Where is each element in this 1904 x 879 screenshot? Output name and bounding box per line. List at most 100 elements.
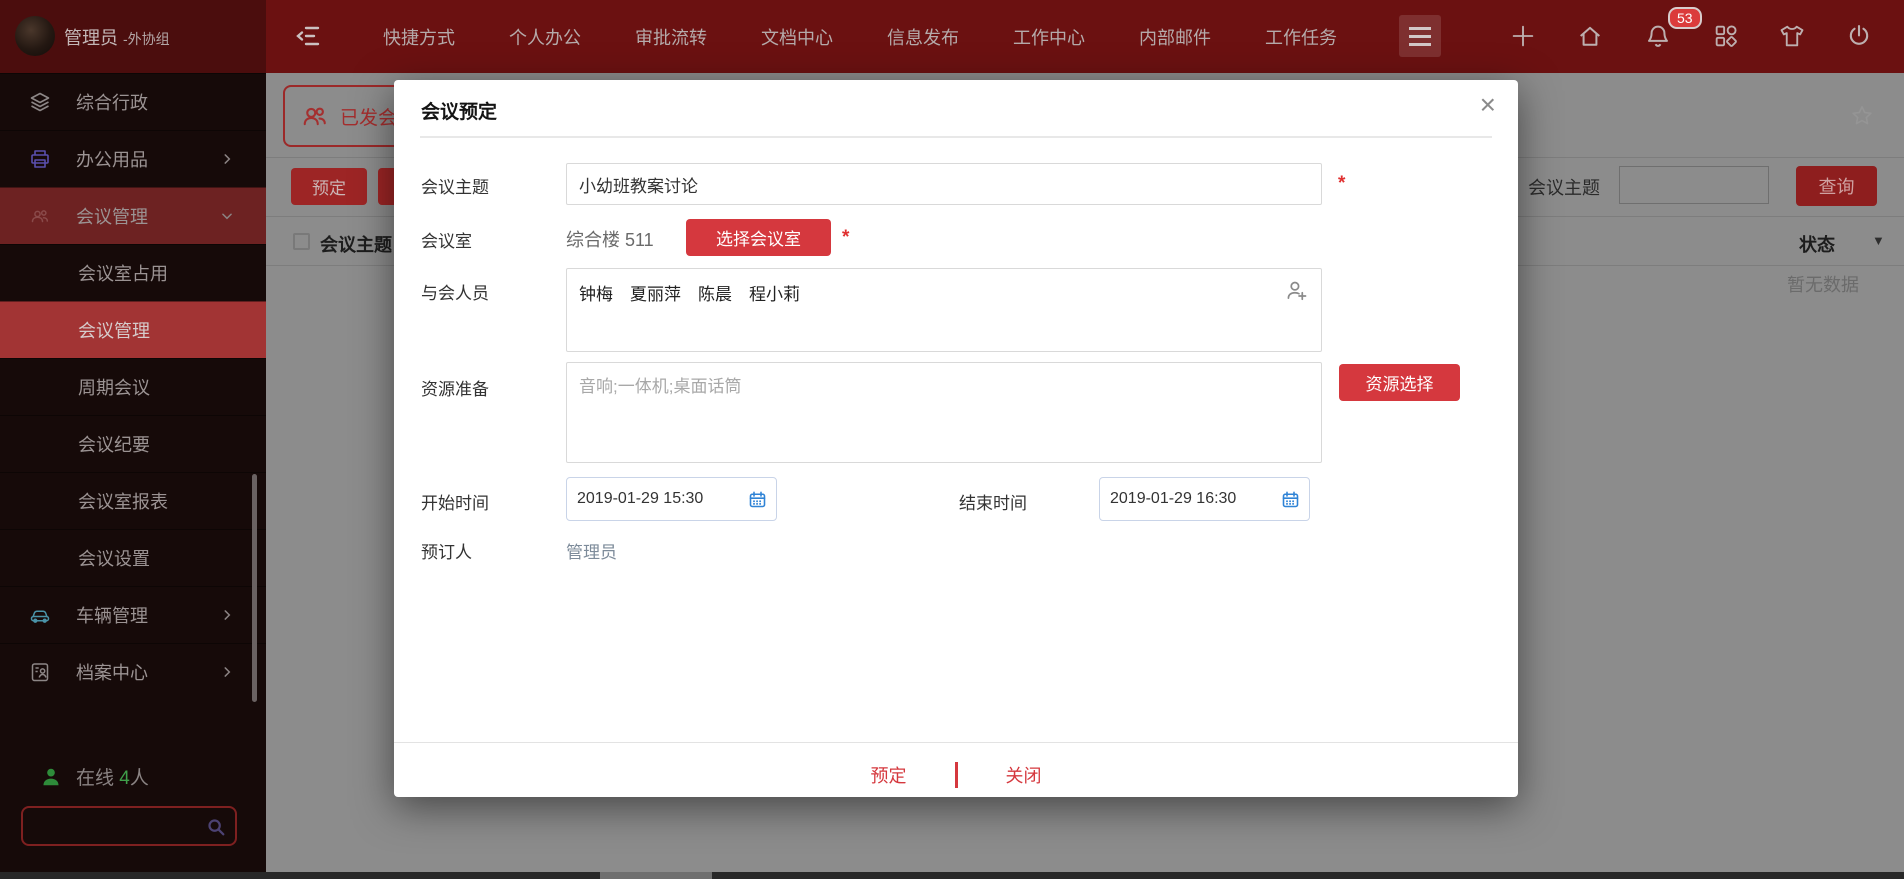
search-icon[interactable] bbox=[205, 816, 227, 838]
resource-label: 资源准备 bbox=[421, 375, 489, 400]
sidebar-item-meeting-mgmt[interactable]: 会议管理 bbox=[0, 187, 266, 244]
booker-link[interactable]: 管理员 bbox=[566, 538, 617, 563]
shirt-icon[interactable] bbox=[1778, 22, 1806, 50]
sidebar-item-vehicle-mgmt[interactable]: 车辆管理 bbox=[0, 586, 266, 643]
top-bar: 管理员 -外协组 快捷方式 个人办公 审批流转 文档中心 信息发布 工作中心 内… bbox=[0, 0, 1904, 73]
select-room-button[interactable]: 选择会议室 bbox=[686, 219, 831, 256]
sidebar-item-admin[interactable]: 综合行政 bbox=[0, 73, 266, 130]
end-time-label: 结束时间 bbox=[959, 489, 1027, 514]
nav-personal[interactable]: 个人办公 bbox=[509, 24, 581, 50]
end-time-field bbox=[1099, 477, 1310, 521]
required-asterisk: * bbox=[1338, 173, 1345, 195]
printer-icon bbox=[28, 147, 52, 171]
person-icon bbox=[40, 766, 62, 788]
start-time-label: 开始时间 bbox=[421, 489, 489, 514]
select-all-checkbox[interactable] bbox=[293, 233, 310, 250]
query-button[interactable]: 查询 bbox=[1796, 166, 1877, 206]
sidebar-item-supplies[interactable]: 办公用品 bbox=[0, 130, 266, 187]
sidebar-item-archive-center[interactable]: 档案中心 bbox=[0, 643, 266, 700]
calendar-icon[interactable] bbox=[747, 489, 768, 510]
home-icon[interactable] bbox=[1576, 22, 1604, 50]
avatar[interactable] bbox=[15, 16, 55, 56]
nav-workcenter[interactable]: 工作中心 bbox=[1013, 24, 1085, 50]
footer-separator bbox=[955, 762, 958, 788]
close-icon[interactable]: × bbox=[1480, 88, 1496, 122]
notification-badge[interactable]: 53 bbox=[1668, 7, 1702, 29]
sidebar: 综合行政 办公用品 会议管理 会议室占用 会议管理 周期会议 会议纪要 会议室报… bbox=[0, 73, 266, 879]
bell-icon[interactable] bbox=[1644, 22, 1672, 50]
chevron-right-icon bbox=[220, 665, 234, 679]
chevron-right-icon bbox=[220, 608, 234, 622]
nav-shortcuts[interactable]: 快捷方式 bbox=[383, 24, 455, 50]
online-count: 4 bbox=[119, 768, 130, 789]
bottom-bar bbox=[0, 872, 1904, 879]
nav-documents[interactable]: 文档中心 bbox=[761, 24, 833, 50]
sidebar-item-periodic-meeting[interactable]: 周期会议 bbox=[0, 358, 266, 415]
topbar-user-area: 管理员 -外协组 bbox=[0, 0, 266, 73]
sidebar-item-meeting-mgmt-sub[interactable]: 会议管理 bbox=[0, 301, 266, 358]
subject-input[interactable] bbox=[566, 163, 1322, 205]
attendee: 程小莉 bbox=[749, 280, 800, 305]
attendee: 陈晨 bbox=[698, 280, 732, 305]
bg-search-label: 会议主题 bbox=[1528, 174, 1600, 200]
idcard-icon bbox=[28, 660, 52, 684]
power-icon[interactable] bbox=[1845, 22, 1873, 50]
collapse-menu-icon[interactable] bbox=[294, 23, 322, 49]
user-name: 管理员 -外协组 bbox=[64, 24, 170, 50]
reserve-button-bg[interactable]: 预定 bbox=[291, 168, 367, 205]
nav-approval[interactable]: 审批流转 bbox=[635, 24, 707, 50]
close-button[interactable]: 关闭 bbox=[1006, 762, 1042, 788]
sidebar-item-room-report[interactable]: 会议室报表 bbox=[0, 472, 266, 529]
sidebar-scrollbar[interactable] bbox=[252, 474, 257, 702]
nav-tasks[interactable]: 工作任务 bbox=[1265, 24, 1337, 50]
apps-grid-icon[interactable] bbox=[1712, 22, 1740, 50]
start-time-field bbox=[566, 477, 777, 521]
select-resource-button[interactable]: 资源选择 bbox=[1339, 364, 1460, 401]
modal-footer-divider bbox=[394, 742, 1518, 743]
end-time-input[interactable] bbox=[1110, 478, 1270, 520]
nav-infopublish[interactable]: 信息发布 bbox=[887, 24, 959, 50]
plus-icon[interactable] bbox=[1509, 22, 1537, 50]
room-label: 会议室 bbox=[421, 227, 472, 252]
chevron-right-icon bbox=[220, 152, 234, 166]
car-icon bbox=[28, 603, 52, 627]
group-icon bbox=[28, 204, 52, 228]
favorite-star-icon[interactable] bbox=[1849, 103, 1875, 129]
layers-icon bbox=[28, 90, 52, 114]
resource-textarea[interactable] bbox=[566, 362, 1322, 463]
modal-footer: 预定 关闭 bbox=[394, 755, 1518, 795]
sidebar-item-meeting-settings[interactable]: 会议设置 bbox=[0, 529, 266, 586]
two-person-icon bbox=[299, 101, 331, 131]
bottom-bar-segment bbox=[600, 872, 712, 879]
attendees-box[interactable]: 钟梅 夏丽萍 陈晨 程小莉 bbox=[566, 268, 1322, 352]
online-label: 在线 bbox=[76, 768, 114, 789]
booker-label: 预订人 bbox=[421, 538, 472, 563]
sidebar-item-room-occupancy[interactable]: 会议室占用 bbox=[0, 244, 266, 301]
top-nav: 快捷方式 个人办公 审批流转 文档中心 信息发布 工作中心 内部邮件 工作任务 bbox=[383, 0, 1337, 73]
nav-mail[interactable]: 内部邮件 bbox=[1139, 24, 1211, 50]
online-status: 在线 4人 bbox=[40, 763, 149, 790]
required-asterisk: * bbox=[842, 227, 849, 249]
attendee: 夏丽萍 bbox=[630, 280, 681, 305]
attendee: 钟梅 bbox=[579, 280, 613, 305]
confirm-reserve-button[interactable]: 预定 bbox=[871, 762, 907, 788]
attendees-label: 与会人员 bbox=[421, 279, 489, 304]
user-group: -外协组 bbox=[123, 31, 170, 47]
room-value: 综合楼 511 bbox=[566, 226, 654, 252]
modal-header-divider bbox=[420, 136, 1492, 138]
calendar-icon[interactable] bbox=[1280, 489, 1301, 510]
status-filter-caret-icon[interactable]: ▼ bbox=[1872, 233, 1885, 248]
column-header-status: 状态 bbox=[1799, 231, 1835, 257]
column-header-subject: 会议主题 bbox=[320, 231, 392, 257]
add-person-icon[interactable] bbox=[1283, 277, 1309, 303]
meeting-reservation-modal: 会议预定 × 会议主题 * 会议室 综合楼 511 选择会议室 * 与会人员 钟… bbox=[394, 80, 1518, 797]
bg-subject-search-input[interactable] bbox=[1619, 166, 1769, 204]
sidebar-search-input[interactable] bbox=[31, 810, 196, 842]
sidebar-item-meeting-minutes[interactable]: 会议纪要 bbox=[0, 415, 266, 472]
chevron-down-icon bbox=[220, 209, 234, 223]
hamburger-menu-icon[interactable] bbox=[1399, 15, 1441, 57]
sidebar-search-box bbox=[21, 806, 237, 846]
modal-title: 会议预定 bbox=[421, 97, 497, 124]
start-time-input[interactable] bbox=[577, 478, 737, 520]
empty-data-text: 暂无数据 bbox=[1787, 271, 1859, 297]
